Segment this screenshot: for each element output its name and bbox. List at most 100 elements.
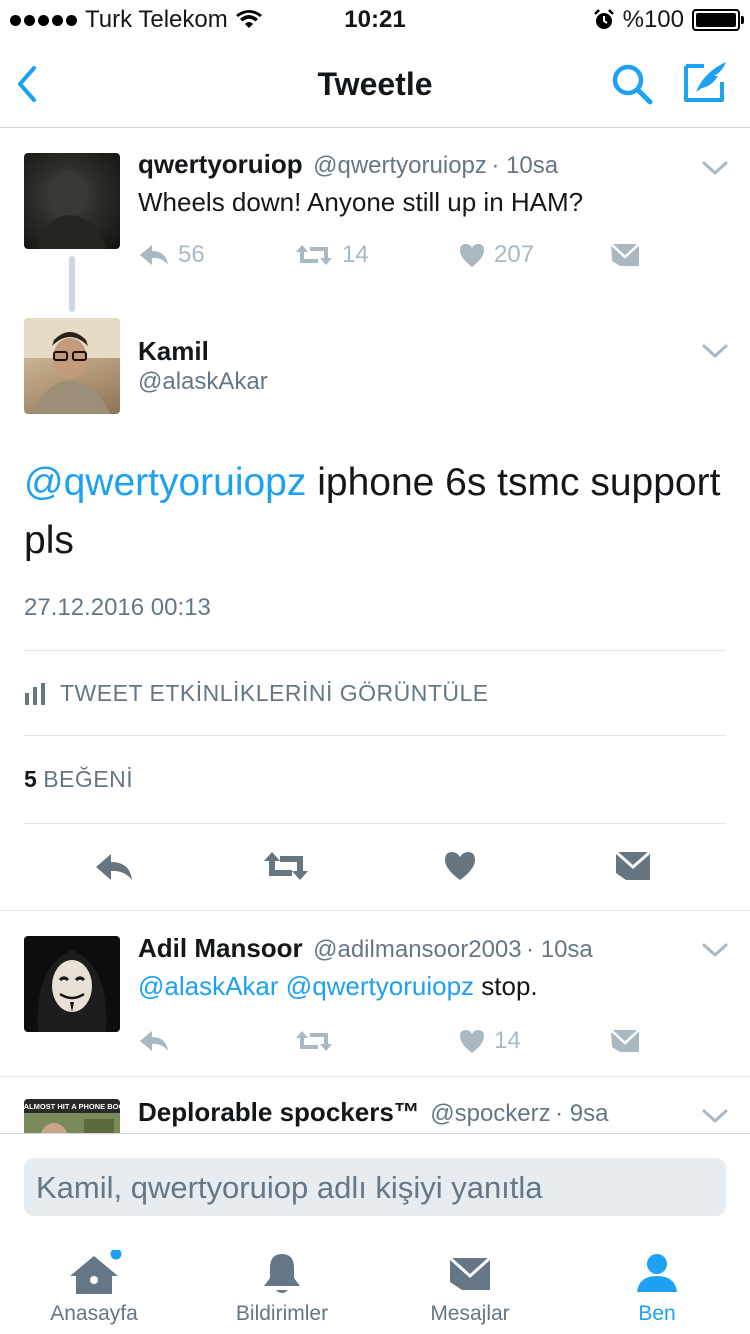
tab-label: Anasayfa xyxy=(50,1302,138,1325)
compose-icon[interactable] xyxy=(682,58,730,106)
user-handle[interactable]: @qwertyoruiopz xyxy=(313,152,487,179)
focus-tweet-text: @qwertyoruiopz iphone 6s tsmc support pl… xyxy=(24,454,724,570)
battery-icon xyxy=(692,9,744,31)
envelope-icon xyxy=(610,243,640,266)
display-name[interactable]: Kamil xyxy=(138,336,209,367)
tweet-actions: 56 14 207 xyxy=(138,241,640,269)
display-name[interactable]: qwertyoruiop xyxy=(138,149,303,179)
envelope-icon xyxy=(448,1256,492,1290)
like-count: 14 xyxy=(494,1027,521,1054)
person-icon xyxy=(637,1254,677,1292)
status-bar: Turk Telekom 10:21 %100 xyxy=(0,0,750,40)
alarm-icon xyxy=(593,9,614,29)
tab-me[interactable]: Ben xyxy=(572,1232,742,1326)
chevron-down-icon[interactable] xyxy=(702,344,728,360)
reply-input[interactable]: Kamil, qwertyoruiop adlı kişiyi yanıtla xyxy=(24,1158,726,1216)
tweet-header: Deplorable spockers™ @spockerz · 9sa xyxy=(138,1097,608,1128)
bell-icon xyxy=(264,1254,300,1293)
reply-button[interactable]: 56 xyxy=(138,241,294,269)
retweet-button[interactable] xyxy=(294,1029,458,1053)
tweet-activity-link[interactable]: TWEET ETKİNLİKLERİNİ GÖRÜNTÜLE xyxy=(24,680,489,707)
partial-tweet[interactable]: WE ALMOST HIT A PHONE BOOTH Deplorable s… xyxy=(0,1077,750,1133)
parent-tweet[interactable]: qwertyoruiop @qwertyoruiopz · 10sa Wheel… xyxy=(0,129,750,305)
divider xyxy=(24,735,726,736)
avatar-image xyxy=(37,950,107,1032)
reply-button[interactable] xyxy=(138,1029,294,1053)
heart-icon xyxy=(460,244,484,267)
tweet-time: · 9sa xyxy=(555,1100,609,1127)
nav-bar: Tweetle xyxy=(0,40,750,128)
retweet-icon xyxy=(296,1031,332,1051)
likes-label: BEĞENİ xyxy=(43,766,134,792)
message-button[interactable] xyxy=(610,243,640,267)
retweet-icon xyxy=(296,245,332,265)
tweet-text-block: @alaskAkar @qwertyoruiopz stop. xyxy=(138,971,538,1002)
likes-count: 5 xyxy=(24,766,37,792)
display-name[interactable]: Deplorable spockers™ xyxy=(138,1097,420,1127)
battery-level xyxy=(696,13,736,27)
tab-label: Bildirimler xyxy=(235,1302,329,1325)
like-button[interactable]: 14 xyxy=(458,1027,610,1055)
heart-icon[interactable] xyxy=(443,850,477,882)
chevron-down-icon[interactable] xyxy=(702,943,728,959)
avatar[interactable] xyxy=(24,936,120,1032)
divider xyxy=(24,650,726,651)
heart-icon xyxy=(460,1030,484,1053)
avatar[interactable] xyxy=(24,153,120,249)
retweet-count: 14 xyxy=(342,241,369,268)
tweet-timestamp: 27.12.2016 00:13 xyxy=(24,594,211,621)
tweet-text: Wheels down! Anyone still up in HAM? xyxy=(138,187,584,217)
home-icon xyxy=(70,1250,122,1294)
avatar[interactable]: WE ALMOST HIT A PHONE BOOTH xyxy=(24,1099,120,1133)
mention-link[interactable]: @alaskAkar xyxy=(138,971,279,1001)
envelope-icon xyxy=(610,1029,640,1052)
tab-bar: Anasayfa Bildirimler Mesajlar Ben xyxy=(0,1232,750,1334)
activity-label: TWEET ETKİNLİKLERİNİ GÖRÜNTÜLE xyxy=(60,680,489,706)
user-handle[interactable]: @alaskAkar xyxy=(138,368,268,396)
envelope-icon[interactable] xyxy=(614,850,652,882)
tweet-actions: 14 xyxy=(138,1027,640,1055)
user-handle[interactable]: @spockerz xyxy=(430,1100,550,1127)
avatar[interactable] xyxy=(24,318,120,414)
retweet-icon[interactable] xyxy=(262,850,310,882)
battery-group: %100 xyxy=(593,6,744,34)
reply-placeholder: Kamil, qwertyoruiop adlı kişiyi yanıtla xyxy=(36,1170,543,1205)
reply-tweet[interactable]: Adil Mansoor @adilmansoor2003 · 10sa @al… xyxy=(0,911,750,1076)
reply-icon xyxy=(140,1031,168,1051)
reply-icon xyxy=(140,245,168,265)
like-count: 207 xyxy=(494,241,535,268)
tab-notifications[interactable]: Bildirimler xyxy=(197,1232,367,1326)
tweet-time: · 10sa xyxy=(526,936,593,963)
tab-label: Ben xyxy=(638,1302,676,1325)
chevron-down-icon[interactable] xyxy=(702,161,728,177)
search-icon[interactable] xyxy=(608,60,656,108)
tweet-header: Adil Mansoor @adilmansoor2003 · 10sa xyxy=(138,933,593,964)
reply-count: 56 xyxy=(178,241,205,268)
focus-tweet: Kamil @alaskAkar @qwertyoruiopz iphone 6… xyxy=(0,310,750,910)
chevron-down-icon[interactable] xyxy=(702,1109,728,1125)
tweet-header: qwertyoruiop @qwertyoruiopz · 10sa xyxy=(138,149,558,180)
user-handle[interactable]: @adilmansoor2003 xyxy=(313,936,522,963)
thread-connector xyxy=(69,256,75,312)
battery-percent: %100 xyxy=(622,6,684,33)
likes-summary[interactable]: 5 BEĞENİ xyxy=(24,766,133,793)
divider xyxy=(0,1133,750,1134)
tweet-text: stop. xyxy=(474,971,538,1001)
reply-icon[interactable] xyxy=(94,852,134,882)
tab-home[interactable]: Anasayfa xyxy=(9,1232,179,1326)
avatar-image: WE ALMOST HIT A PHONE BOOTH xyxy=(24,1099,120,1133)
tweet-time: · 10sa xyxy=(491,152,559,179)
tab-messages[interactable]: Mesajlar xyxy=(385,1232,555,1326)
divider xyxy=(24,823,726,824)
avatar-image xyxy=(38,171,106,249)
bar-chart-icon xyxy=(25,682,45,705)
message-button[interactable] xyxy=(610,1029,640,1053)
mention-link[interactable]: @qwertyoruiopz xyxy=(24,461,306,504)
avatar-caption: WE ALMOST HIT A PHONE BOOTH xyxy=(24,1102,120,1111)
mention-link[interactable]: @qwertyoruiopz xyxy=(286,971,474,1001)
tab-label: Mesajlar xyxy=(430,1302,510,1325)
avatar-image xyxy=(24,318,120,414)
retweet-button[interactable]: 14 xyxy=(294,241,458,269)
display-name[interactable]: Adil Mansoor xyxy=(138,933,303,963)
like-button[interactable]: 207 xyxy=(458,241,610,269)
